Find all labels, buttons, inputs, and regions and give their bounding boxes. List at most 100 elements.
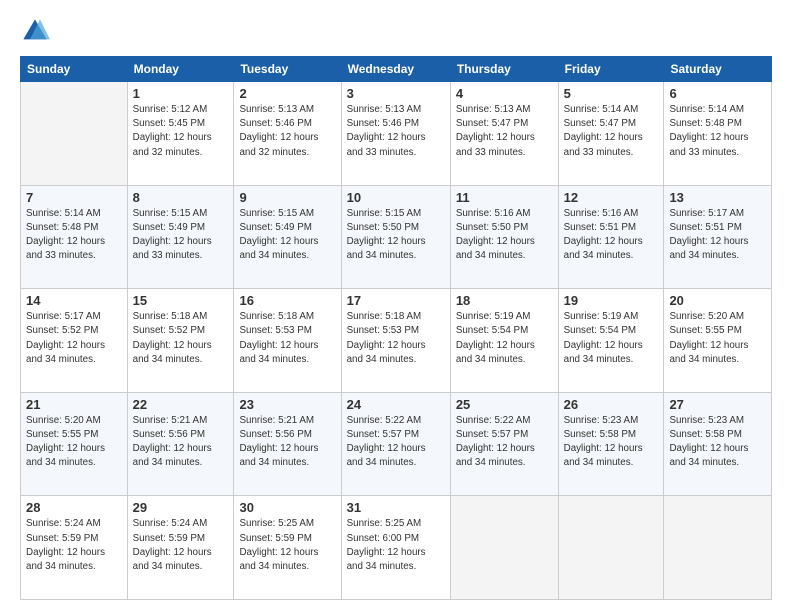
col-header-monday: Monday xyxy=(127,57,234,82)
day-number: 13 xyxy=(669,190,766,205)
calendar-cell: 19 Sunrise: 5:19 AM Sunset: 5:54 PM Dayli… xyxy=(558,289,664,393)
calendar-cell: 30 Sunrise: 5:25 AM Sunset: 5:59 PM Dayli… xyxy=(234,496,341,600)
header xyxy=(20,16,772,46)
calendar-cell: 17Sunrise: 5:18 AM Sunset: 5:53 PM Dayli… xyxy=(341,289,450,393)
day-info: Sunrise: 5:23 AM Sunset: 5:58 PM Dayligh… xyxy=(669,414,766,471)
calendar-cell: 5Sunrise: 5:14 AM Sunset: 5:47 PM Daylig… xyxy=(558,82,664,186)
day-number: 7 xyxy=(26,190,122,205)
calendar-cell: 9 Sunrise: 5:15 AM Sunset: 5:49 PM Daylig… xyxy=(234,185,341,289)
day-info: Sunrise: 5:22 AM Sunset: 5:57 PM Dayligh… xyxy=(456,414,553,471)
calendar-cell: 12Sunrise: 5:16 AM Sunset: 5:51 PM Dayli… xyxy=(558,185,664,289)
day-info: Sunrise: 5:25 AM Sunset: 6:00 PM Dayligh… xyxy=(347,517,445,574)
day-info: Sunrise: 5:21 AM Sunset: 5:56 PM Dayligh… xyxy=(239,414,335,471)
day-number: 26 xyxy=(564,397,659,412)
day-info: Sunrise: 5:19 AM Sunset: 5:54 PM Dayligh… xyxy=(564,310,659,367)
day-info: Sunrise: 5:23 AM Sunset: 5:58 PM Dayligh… xyxy=(564,414,659,471)
calendar-cell: 23 Sunrise: 5:21 AM Sunset: 5:56 PM Dayli… xyxy=(234,392,341,496)
calendar-cell: 2Sunrise: 5:13 AM Sunset: 5:46 PM Daylig… xyxy=(234,82,341,186)
day-info: Sunrise: 5:16 AM Sunset: 5:51 PM Dayligh… xyxy=(564,207,659,264)
calendar-cell: 21 Sunrise: 5:20 AM Sunset: 5:55 PM Dayli… xyxy=(21,392,128,496)
day-number: 9 xyxy=(239,190,335,205)
col-header-saturday: Saturday xyxy=(664,57,772,82)
calendar-table: SundayMondayTuesdayWednesdayThursdayFrid… xyxy=(20,56,772,600)
calendar-cell: 8 Sunrise: 5:15 AM Sunset: 5:49 PM Daylig… xyxy=(127,185,234,289)
day-info: Sunrise: 5:15 AM Sunset: 5:49 PM Dayligh… xyxy=(239,207,335,264)
calendar-week-1: 1 Sunrise: 5:12 AM Sunset: 5:45 PM Daylig… xyxy=(21,82,772,186)
calendar-cell xyxy=(558,496,664,600)
day-number: 28 xyxy=(26,500,122,515)
calendar-cell: 31 Sunrise: 5:25 AM Sunset: 6:00 PM Dayli… xyxy=(341,496,450,600)
calendar-cell xyxy=(450,496,558,600)
day-info: Sunrise: 5:16 AM Sunset: 5:50 PM Dayligh… xyxy=(456,207,553,264)
day-number: 22 xyxy=(133,397,229,412)
calendar-cell: 16Sunrise: 5:18 AM Sunset: 5:53 PM Dayli… xyxy=(234,289,341,393)
day-info: Sunrise: 5:14 AM Sunset: 5:47 PM Dayligh… xyxy=(564,103,659,160)
day-number: 6 xyxy=(669,86,766,101)
calendar-cell: 27 Sunrise: 5:23 AM Sunset: 5:58 PM Dayli… xyxy=(664,392,772,496)
calendar-cell: 10Sunrise: 5:15 AM Sunset: 5:50 PM Dayli… xyxy=(341,185,450,289)
calendar-cell: 24 Sunrise: 5:22 AM Sunset: 5:57 PM Dayli… xyxy=(341,392,450,496)
day-info: Sunrise: 5:15 AM Sunset: 5:50 PM Dayligh… xyxy=(347,207,445,264)
calendar-cell: 1 Sunrise: 5:12 AM Sunset: 5:45 PM Daylig… xyxy=(127,82,234,186)
day-info: Sunrise: 5:13 AM Sunset: 5:47 PM Dayligh… xyxy=(456,103,553,160)
calendar-cell: 20 Sunrise: 5:20 AM Sunset: 5:55 PM Dayli… xyxy=(664,289,772,393)
day-number: 20 xyxy=(669,293,766,308)
calendar-cell: 28Sunrise: 5:24 AM Sunset: 5:59 PM Dayli… xyxy=(21,496,128,600)
day-info: Sunrise: 5:14 AM Sunset: 5:48 PM Dayligh… xyxy=(669,103,766,160)
day-info: Sunrise: 5:24 AM Sunset: 5:59 PM Dayligh… xyxy=(133,517,229,574)
day-info: Sunrise: 5:14 AM Sunset: 5:48 PM Dayligh… xyxy=(26,207,122,264)
calendar-cell xyxy=(21,82,128,186)
calendar-cell: 4Sunrise: 5:13 AM Sunset: 5:47 PM Daylig… xyxy=(450,82,558,186)
day-number: 14 xyxy=(26,293,122,308)
day-info: Sunrise: 5:20 AM Sunset: 5:55 PM Dayligh… xyxy=(26,414,122,471)
day-number: 30 xyxy=(239,500,335,515)
day-info: Sunrise: 5:21 AM Sunset: 5:56 PM Dayligh… xyxy=(133,414,229,471)
page: SundayMondayTuesdayWednesdayThursdayFrid… xyxy=(0,0,792,612)
col-header-tuesday: Tuesday xyxy=(234,57,341,82)
day-number: 31 xyxy=(347,500,445,515)
col-header-wednesday: Wednesday xyxy=(341,57,450,82)
day-number: 3 xyxy=(347,86,445,101)
day-number: 21 xyxy=(26,397,122,412)
day-info: Sunrise: 5:12 AM Sunset: 5:45 PM Dayligh… xyxy=(133,103,229,160)
day-info: Sunrise: 5:13 AM Sunset: 5:46 PM Dayligh… xyxy=(239,103,335,160)
day-info: Sunrise: 5:17 AM Sunset: 5:52 PM Dayligh… xyxy=(26,310,122,367)
day-info: Sunrise: 5:17 AM Sunset: 5:51 PM Dayligh… xyxy=(669,207,766,264)
day-number: 19 xyxy=(564,293,659,308)
day-number: 18 xyxy=(456,293,553,308)
day-number: 16 xyxy=(239,293,335,308)
day-number: 29 xyxy=(133,500,229,515)
calendar-cell: 18Sunrise: 5:19 AM Sunset: 5:54 PM Dayli… xyxy=(450,289,558,393)
day-info: Sunrise: 5:13 AM Sunset: 5:46 PM Dayligh… xyxy=(347,103,445,160)
col-header-sunday: Sunday xyxy=(21,57,128,82)
day-info: Sunrise: 5:22 AM Sunset: 5:57 PM Dayligh… xyxy=(347,414,445,471)
calendar-cell: 29 Sunrise: 5:24 AM Sunset: 5:59 PM Dayli… xyxy=(127,496,234,600)
day-info: Sunrise: 5:15 AM Sunset: 5:49 PM Dayligh… xyxy=(133,207,229,264)
calendar-cell: 6 Sunrise: 5:14 AM Sunset: 5:48 PM Daylig… xyxy=(664,82,772,186)
calendar-cell: 15Sunrise: 5:18 AM Sunset: 5:52 PM Dayli… xyxy=(127,289,234,393)
day-number: 24 xyxy=(347,397,445,412)
calendar-week-2: 7 Sunrise: 5:14 AM Sunset: 5:48 PM Daylig… xyxy=(21,185,772,289)
day-number: 1 xyxy=(133,86,229,101)
calendar-header-row: SundayMondayTuesdayWednesdayThursdayFrid… xyxy=(21,57,772,82)
day-number: 23 xyxy=(239,397,335,412)
calendar-cell: 7 Sunrise: 5:14 AM Sunset: 5:48 PM Daylig… xyxy=(21,185,128,289)
calendar-cell: 25 Sunrise: 5:22 AM Sunset: 5:57 PM Dayli… xyxy=(450,392,558,496)
day-info: Sunrise: 5:25 AM Sunset: 5:59 PM Dayligh… xyxy=(239,517,335,574)
logo-icon xyxy=(20,16,50,46)
calendar-cell xyxy=(664,496,772,600)
calendar-cell: 26 Sunrise: 5:23 AM Sunset: 5:58 PM Dayli… xyxy=(558,392,664,496)
day-info: Sunrise: 5:18 AM Sunset: 5:53 PM Dayligh… xyxy=(347,310,445,367)
day-number: 25 xyxy=(456,397,553,412)
calendar-cell: 22 Sunrise: 5:21 AM Sunset: 5:56 PM Dayli… xyxy=(127,392,234,496)
calendar-cell: 11Sunrise: 5:16 AM Sunset: 5:50 PM Dayli… xyxy=(450,185,558,289)
day-number: 8 xyxy=(133,190,229,205)
calendar-week-3: 14 Sunrise: 5:17 AM Sunset: 5:52 PM Dayli… xyxy=(21,289,772,393)
day-number: 27 xyxy=(669,397,766,412)
calendar-week-4: 21 Sunrise: 5:20 AM Sunset: 5:55 PM Dayli… xyxy=(21,392,772,496)
logo xyxy=(20,16,54,46)
col-header-friday: Friday xyxy=(558,57,664,82)
day-info: Sunrise: 5:18 AM Sunset: 5:52 PM Dayligh… xyxy=(133,310,229,367)
calendar-cell: 14 Sunrise: 5:17 AM Sunset: 5:52 PM Dayli… xyxy=(21,289,128,393)
day-info: Sunrise: 5:20 AM Sunset: 5:55 PM Dayligh… xyxy=(669,310,766,367)
